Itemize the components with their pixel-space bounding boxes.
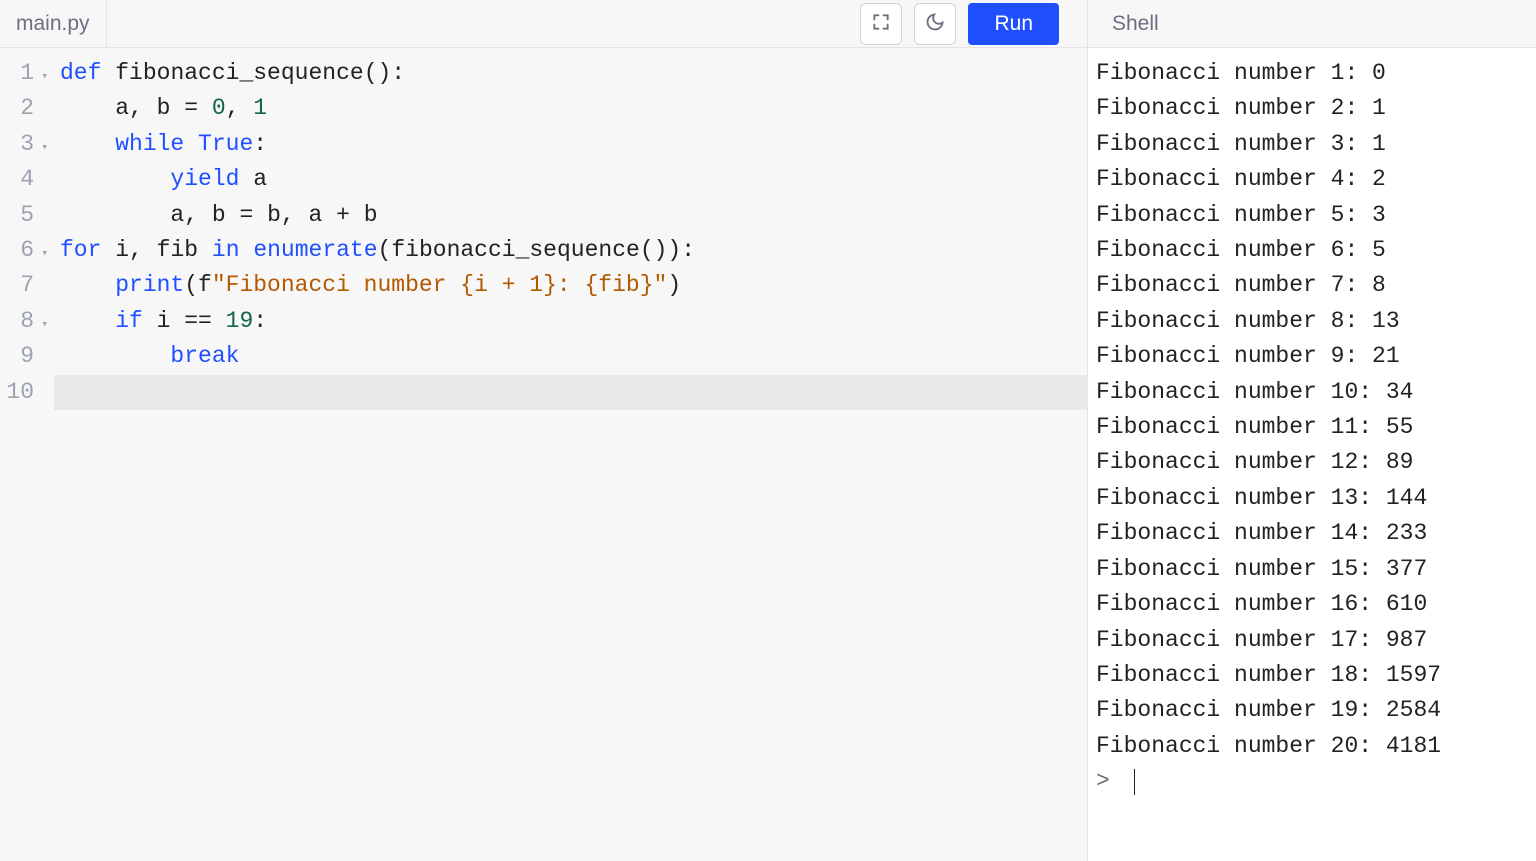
fullscreen-icon — [871, 12, 891, 35]
fold-marker-icon[interactable]: ▾ — [41, 131, 48, 166]
code-line[interactable] — [54, 375, 1087, 410]
line-number: 1▾ — [0, 56, 48, 91]
fullscreen-button[interactable] — [860, 3, 902, 45]
shell-output-line: Fibonacci number 3: 1 — [1096, 127, 1528, 162]
line-number: 6▾ — [0, 233, 48, 268]
line-number: 5 — [0, 198, 48, 233]
code-editor[interactable]: 1▾23▾456▾78▾910 def fibonacci_sequence()… — [0, 48, 1087, 861]
shell-output-line: Fibonacci number 10: 34 — [1096, 375, 1528, 410]
shell-output-line: Fibonacci number 9: 21 — [1096, 339, 1528, 374]
theme-toggle-button[interactable] — [914, 3, 956, 45]
run-button[interactable]: Run — [968, 3, 1059, 45]
shell-output-line: Fibonacci number 15: 377 — [1096, 552, 1528, 587]
shell-output[interactable]: Fibonacci number 1: 0Fibonacci number 2:… — [1088, 48, 1536, 861]
top-bar-actions: Run — [860, 3, 1087, 45]
shell-output-line: Fibonacci number 18: 1597 — [1096, 658, 1528, 693]
code-line[interactable]: yield a — [54, 162, 1087, 197]
line-number: 4 — [0, 162, 48, 197]
file-tab-label: main.py — [16, 12, 90, 36]
shell-panel: Shell Fibonacci number 1: 0Fibonacci num… — [1088, 0, 1536, 861]
fold-marker-icon[interactable]: ▾ — [41, 60, 48, 95]
code-line[interactable]: if i == 19: — [54, 304, 1087, 339]
file-tab[interactable]: main.py — [0, 0, 107, 47]
fold-marker-icon[interactable]: ▾ — [41, 308, 48, 343]
line-number: 7 — [0, 268, 48, 303]
shell-output-line: Fibonacci number 20: 4181 — [1096, 729, 1528, 764]
shell-output-line: Fibonacci number 17: 987 — [1096, 623, 1528, 658]
code-line[interactable]: for i, fib in enumerate(fibonacci_sequen… — [54, 233, 1087, 268]
shell-output-line: Fibonacci number 12: 89 — [1096, 445, 1528, 480]
line-number: 3▾ — [0, 127, 48, 162]
shell-tab[interactable]: Shell — [1088, 0, 1183, 47]
cursor-caret — [1134, 769, 1136, 795]
line-number: 10 — [0, 375, 48, 410]
shell-prompt[interactable]: > — [1096, 764, 1528, 799]
line-number: 8▾ — [0, 304, 48, 339]
shell-output-line: Fibonacci number 16: 610 — [1096, 587, 1528, 622]
line-number: 2 — [0, 91, 48, 126]
code-line[interactable]: a, b = 0, 1 — [54, 91, 1087, 126]
line-number: 9 — [0, 339, 48, 374]
shell-output-line: Fibonacci number 2: 1 — [1096, 91, 1528, 126]
shell-output-line: Fibonacci number 7: 8 — [1096, 268, 1528, 303]
shell-output-line: Fibonacci number 11: 55 — [1096, 410, 1528, 445]
shell-output-line: Fibonacci number 13: 144 — [1096, 481, 1528, 516]
shell-output-line: Fibonacci number 8: 13 — [1096, 304, 1528, 339]
code-line[interactable]: a, b = b, a + b — [54, 198, 1087, 233]
shell-output-line: Fibonacci number 19: 2584 — [1096, 693, 1528, 728]
shell-output-line: Fibonacci number 14: 233 — [1096, 516, 1528, 551]
fold-marker-icon[interactable]: ▾ — [41, 237, 48, 272]
shell-output-line: Fibonacci number 1: 0 — [1096, 56, 1528, 91]
shell-tab-label: Shell — [1112, 12, 1159, 36]
moon-icon — [925, 12, 945, 35]
shell-output-line: Fibonacci number 4: 2 — [1096, 162, 1528, 197]
prompt-symbol: > — [1096, 764, 1124, 799]
app-container: main.py — [0, 0, 1536, 861]
line-number-gutter: 1▾23▾456▾78▾910 — [0, 56, 54, 861]
code-content[interactable]: def fibonacci_sequence(): a, b = 0, 1 wh… — [54, 56, 1087, 861]
shell-output-line: Fibonacci number 5: 3 — [1096, 198, 1528, 233]
shell-output-line: Fibonacci number 6: 5 — [1096, 233, 1528, 268]
code-line[interactable]: while True: — [54, 127, 1087, 162]
shell-tab-bar: Shell — [1088, 0, 1536, 48]
code-line[interactable]: def fibonacci_sequence(): — [54, 56, 1087, 91]
top-bar: main.py — [0, 0, 1087, 48]
editor-panel: main.py — [0, 0, 1088, 861]
code-line[interactable]: break — [54, 339, 1087, 374]
run-button-label: Run — [994, 12, 1033, 35]
code-line[interactable]: print(f"Fibonacci number {i + 1}: {fib}"… — [54, 268, 1087, 303]
